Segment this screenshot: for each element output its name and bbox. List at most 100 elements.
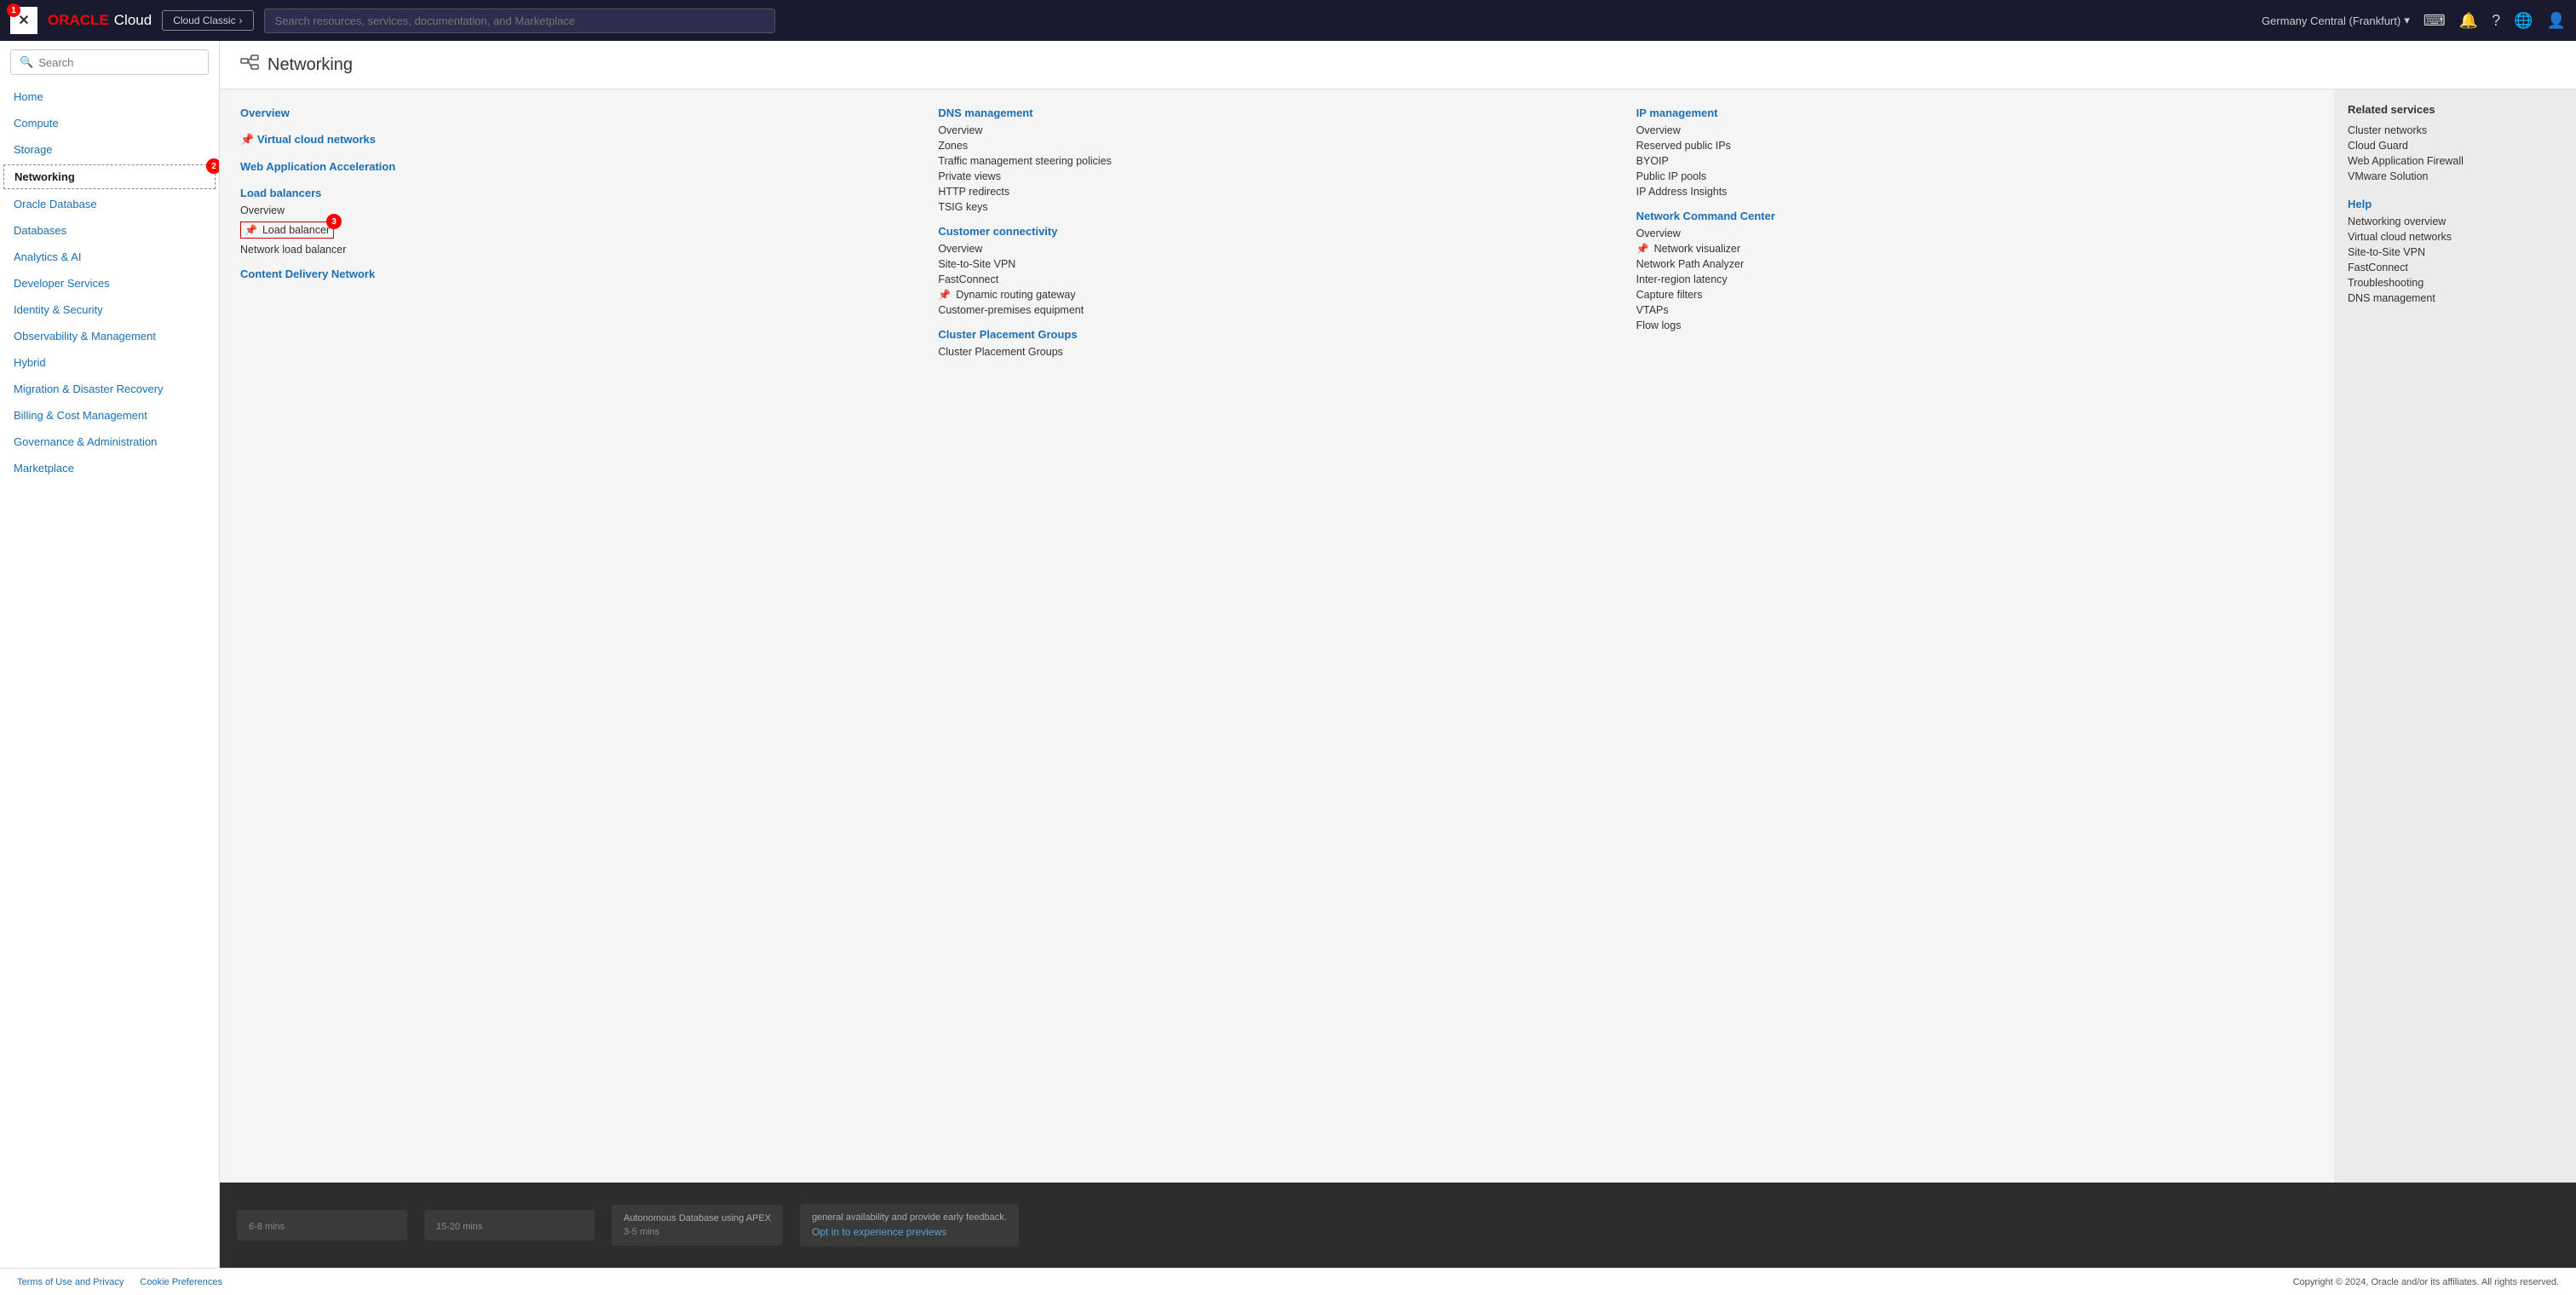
help-title: Help <box>2348 198 2562 210</box>
sidebar-item-billing[interactable]: Billing & Cost Management <box>0 402 219 429</box>
customer-connectivity-section: Customer connectivity Overview Site-to-S… <box>938 225 1619 318</box>
ncc-vtaps-link[interactable]: VTAPs <box>1636 302 2317 318</box>
overview-section: Overview <box>240 106 921 123</box>
ncc-capture-link[interactable]: Capture filters <box>1636 287 2317 302</box>
cc-fastconnect-link[interactable]: FastConnect <box>938 272 1619 287</box>
related-cluster-networks[interactable]: Cluster networks <box>2348 123 2562 138</box>
content-header: Networking <box>220 41 2576 89</box>
sidebar-item-marketplace[interactable]: Marketplace <box>0 455 219 481</box>
close-badge: 1 <box>7 3 20 17</box>
dns-tsig-link[interactable]: TSIG keys <box>938 199 1619 215</box>
ip-management-title: IP management <box>1636 106 2317 119</box>
help-dns[interactable]: DNS management <box>2348 291 2562 306</box>
chevron-right-icon: › <box>239 14 243 26</box>
waa-title[interactable]: Web Application Acceleration <box>240 160 921 173</box>
help-section: Help Networking overview Virtual cloud n… <box>2348 198 2562 306</box>
help-vcn[interactable]: Virtual cloud networks <box>2348 229 2562 245</box>
pin-icon: 📌 <box>240 133 254 146</box>
ip-management-section: IP management Overview Reserved public I… <box>1636 106 2317 199</box>
ip-byoip-link[interactable]: BYOIP <box>1636 153 2317 169</box>
sidebar-item-home[interactable]: Home <box>0 83 219 110</box>
load-balancers-overview-link[interactable]: Overview <box>240 203 921 218</box>
help-troubleshooting[interactable]: Troubleshooting <box>2348 275 2562 291</box>
ip-insights-link[interactable]: IP Address Insights <box>1636 184 2317 199</box>
card-time-1: 6-8 mins <box>249 1222 395 1232</box>
vcn-section: 📌 Virtual cloud networks <box>240 133 921 150</box>
cc-vpn-link[interactable]: Site-to-Site VPN <box>938 256 1619 272</box>
col3: IP management Overview Reserved public I… <box>1636 106 2317 1166</box>
sidebar-item-networking[interactable]: Networking 2 <box>3 164 216 189</box>
sidebar-item-hybrid[interactable]: Hybrid <box>0 349 219 376</box>
sidebar-item-databases[interactable]: Databases <box>0 217 219 244</box>
sidebar-search-input[interactable] <box>38 56 199 69</box>
cluster-placement-section: Cluster Placement Groups Cluster Placeme… <box>938 328 1619 360</box>
cloud-classic-button[interactable]: Cloud Classic › <box>162 10 253 31</box>
ncc-flow-logs-link[interactable]: Flow logs <box>1636 318 2317 333</box>
terminal-icon[interactable]: ⌨ <box>2424 12 2446 30</box>
vcn-title[interactable]: 📌 Virtual cloud networks <box>240 133 921 147</box>
dns-zones-link[interactable]: Zones <box>938 138 1619 153</box>
ncc-path-analyzer-link[interactable]: Network Path Analyzer <box>1636 256 2317 272</box>
load-balancers-title[interactable]: Load balancers <box>240 187 921 199</box>
terms-link[interactable]: Terms of Use and Privacy <box>17 1277 124 1287</box>
pin-icon: 📌 <box>938 289 951 301</box>
ip-reserved-link[interactable]: Reserved public IPs <box>1636 138 2317 153</box>
load-balancer-link[interactable]: 📌 Load balancer 3 <box>240 222 334 239</box>
related-waf[interactable]: Web Application Firewall <box>2348 153 2562 169</box>
help-fastconnect[interactable]: FastConnect <box>2348 260 2562 275</box>
ncc-latency-link[interactable]: Inter-region latency <box>1636 272 2317 287</box>
dns-traffic-link[interactable]: Traffic management steering policies <box>938 153 1619 169</box>
cloud-text: Cloud <box>114 12 152 29</box>
sidebar-item-storage[interactable]: Storage <box>0 136 219 163</box>
globe-icon[interactable]: 🌐 <box>2514 12 2533 30</box>
sidebar-item-identity-security[interactable]: Identity & Security <box>0 296 219 323</box>
cc-cpe-link[interactable]: Customer-premises equipment <box>938 302 1619 318</box>
dns-overview-link[interactable]: Overview <box>938 123 1619 138</box>
sidebar-item-developer-services[interactable]: Developer Services <box>0 270 219 296</box>
sidebar-item-oracle-database[interactable]: Oracle Database <box>0 191 219 217</box>
nav-right-controls: Germany Central (Frankfurt) ▾ ⌨ 🔔 ? 🌐 👤 <box>2262 12 2566 30</box>
bottom-bar: 6-8 mins 15-20 mins Autonomous Database … <box>220 1183 2576 1268</box>
dns-http-redirects-link[interactable]: HTTP redirects <box>938 184 1619 199</box>
col2: DNS management Overview Zones Traffic ma… <box>938 106 1619 1166</box>
overview-title[interactable]: Overview <box>240 106 921 119</box>
cdn-title[interactable]: Content Delivery Network <box>240 268 921 280</box>
ip-pools-link[interactable]: Public IP pools <box>1636 169 2317 184</box>
ip-overview-link[interactable]: Overview <box>1636 123 2317 138</box>
oracle-text: ORACLE <box>48 12 109 29</box>
top-navigation: ✕ 1 ORACLE Cloud Cloud Classic › Germany… <box>0 0 2576 41</box>
close-menu-button[interactable]: ✕ 1 <box>10 7 37 34</box>
load-balancers-section: Load balancers Overview 📌 Load balancer … <box>240 187 921 257</box>
cookie-link[interactable]: Cookie Preferences <box>140 1277 222 1287</box>
ncc-visualizer-link[interactable]: 📌 Network visualizer <box>1636 241 2317 256</box>
sidebar-item-governance[interactable]: Governance & Administration <box>0 429 219 455</box>
sidebar-search-container[interactable]: 🔍 <box>10 49 209 75</box>
chevron-down-icon: ▾ <box>2404 14 2410 27</box>
cc-drg-link[interactable]: 📌 Dynamic routing gateway <box>938 287 1619 302</box>
related-cloud-guard[interactable]: Cloud Guard <box>2348 138 2562 153</box>
opt-in-link[interactable]: Opt in to experience previews <box>812 1226 946 1238</box>
dns-private-views-link[interactable]: Private views <box>938 169 1619 184</box>
sidebar-item-analytics-ai[interactable]: Analytics & AI <box>0 244 219 270</box>
cc-overview-link[interactable]: Overview <box>938 241 1619 256</box>
ncc-overview-link[interactable]: Overview <box>1636 226 2317 241</box>
bell-icon[interactable]: 🔔 <box>2459 12 2478 30</box>
help-vpn[interactable]: Site-to-Site VPN <box>2348 245 2562 260</box>
related-services-title: Related services <box>2348 103 2562 116</box>
bottom-card-2: 15-20 mins <box>424 1210 595 1240</box>
related-vmware[interactable]: VMware Solution <box>2348 169 2562 184</box>
cdn-section: Content Delivery Network <box>240 268 921 284</box>
region-selector[interactable]: Germany Central (Frankfurt) ▾ <box>2262 14 2410 27</box>
help-icon[interactable]: ? <box>2492 12 2500 30</box>
cluster-placement-link[interactable]: Cluster Placement Groups <box>938 344 1619 360</box>
sidebar-item-migration[interactable]: Migration & Disaster Recovery <box>0 376 219 402</box>
close-icon: ✕ <box>18 12 29 29</box>
sidebar-nav: Home Compute Storage Networking 2 Oracle… <box>0 83 219 1268</box>
search-icon: 🔍 <box>20 55 33 69</box>
network-load-balancer-link[interactable]: Network load balancer <box>240 242 921 257</box>
user-avatar[interactable]: 👤 <box>2547 12 2566 30</box>
sidebar-item-compute[interactable]: Compute <box>0 110 219 136</box>
help-networking-overview[interactable]: Networking overview <box>2348 214 2562 229</box>
global-search-input[interactable] <box>264 9 775 33</box>
sidebar-item-observability[interactable]: Observability & Management <box>0 323 219 349</box>
